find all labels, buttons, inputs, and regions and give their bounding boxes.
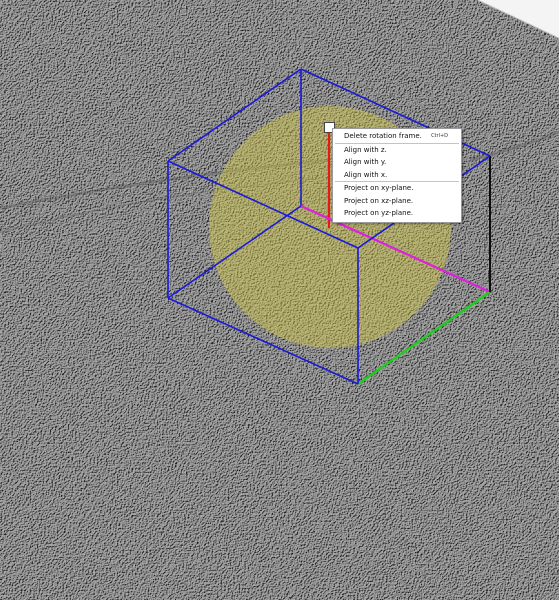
menu-item-project-xy[interactable]: Project on xy-plane. bbox=[333, 182, 461, 195]
menu-item-label: Align with z. bbox=[344, 145, 387, 154]
viewport-canvas[interactable] bbox=[0, 0, 559, 600]
menu-item-project-yz[interactable]: Project on yz-plane. bbox=[333, 207, 461, 220]
menu-item-align-x[interactable]: Align with x. bbox=[333, 169, 461, 182]
menu-item-project-xz[interactable]: Project on xz-plane. bbox=[333, 195, 461, 208]
menu-item-label: Project on yz-plane. bbox=[344, 209, 414, 217]
context-menu: Delete rotation frame. Ctrl+D Align with… bbox=[332, 128, 462, 223]
menu-item-delete-rotation-frame[interactable]: Delete rotation frame. Ctrl+D bbox=[333, 130, 461, 143]
menu-item-label: Delete rotation frame. bbox=[344, 132, 422, 140]
menu-item-align-y[interactable]: Align with y. bbox=[333, 156, 461, 169]
volume-viewport[interactable] bbox=[0, 0, 559, 600]
menu-item-label: Project on xz-plane. bbox=[344, 196, 414, 205]
menu-item-label: Project on xy-plane. bbox=[344, 184, 414, 192]
menu-item-label: Align with y. bbox=[344, 158, 387, 166]
menu-item-align-z[interactable]: Align with z. bbox=[333, 144, 461, 157]
menu-item-shortcut: Ctrl+D bbox=[431, 133, 448, 139]
menu-item-label: Align with x. bbox=[344, 170, 388, 179]
